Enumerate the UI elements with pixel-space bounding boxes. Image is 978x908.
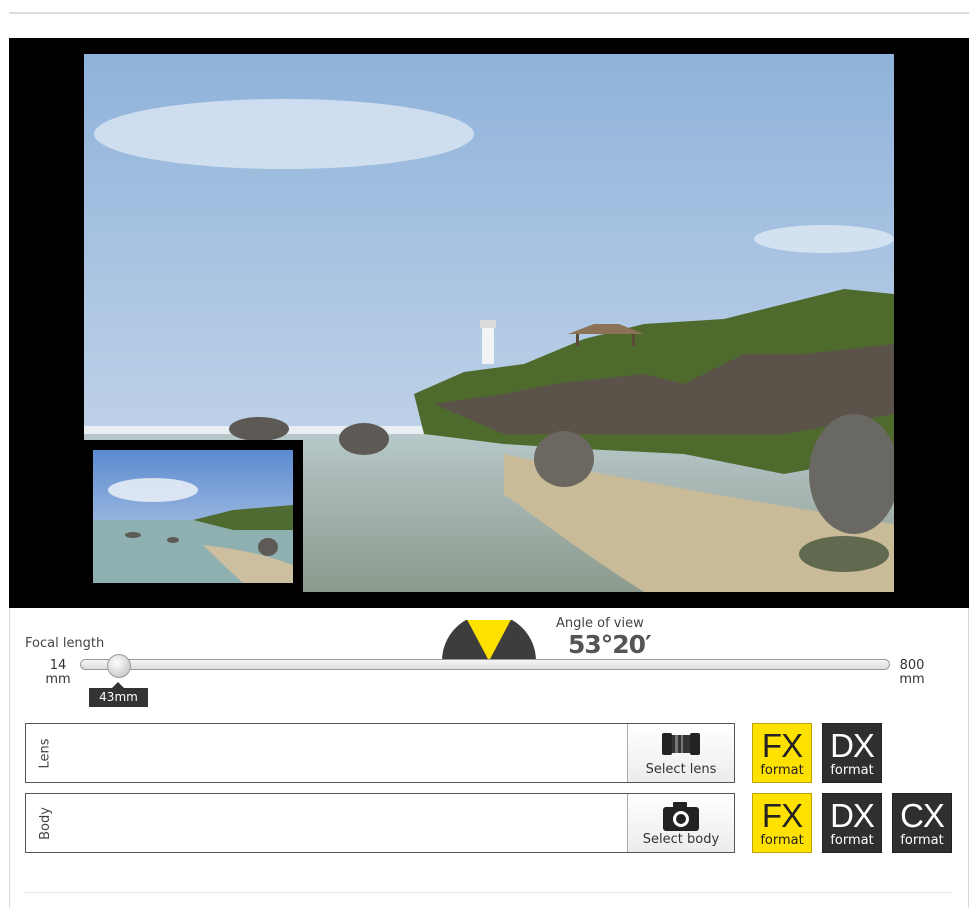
select-lens-button[interactable]: Select lens <box>627 724 734 782</box>
body-cx-small: format <box>900 833 944 848</box>
lens-fx-big: FX <box>761 727 803 764</box>
body-fx-small: format <box>760 833 804 848</box>
top-divider <box>9 12 969 14</box>
lens-icon <box>662 733 700 755</box>
lens-field: Lens Select lens <box>25 723 735 783</box>
select-body-button[interactable]: Select body <box>627 794 734 852</box>
lens-dx-big: DX <box>830 727 875 764</box>
lens-field-label: Lens <box>30 724 60 782</box>
body-cx-big: CX <box>900 797 945 834</box>
lens-dx-format-button[interactable]: DX format <box>822 723 882 783</box>
camera-icon <box>663 802 699 831</box>
focal-length-label: Focal length <box>25 636 105 651</box>
lens-dx-small: format <box>830 763 874 778</box>
focal-min: 14 mm <box>40 659 76 687</box>
focal-max: 800 mm <box>894 659 930 687</box>
body-dx-format-button[interactable]: DX format <box>822 793 882 853</box>
angle-of-view-label: Angle of view <box>556 616 644 631</box>
focal-min-value: 14 <box>49 658 67 673</box>
select-lens-label: Select lens <box>645 762 717 777</box>
body-field: Body Select body <box>25 793 735 853</box>
lens-fx-small: format <box>760 763 804 778</box>
focal-length-value-tag: 43mm <box>89 688 148 707</box>
select-body-label: Select body <box>642 832 720 847</box>
angle-of-view-dial <box>442 620 536 661</box>
body-fx-format-button[interactable]: FX format <box>752 793 812 853</box>
body-dx-big: DX <box>830 797 875 834</box>
focal-length-slider-handle[interactable] <box>107 654 131 678</box>
body-field-label: Body <box>30 794 60 852</box>
focal-min-unit: mm <box>45 672 71 687</box>
lens-label-text: Lens <box>37 737 53 769</box>
preview-thumbnail <box>84 440 303 592</box>
lens-fx-format-button[interactable]: FX format <box>752 723 812 783</box>
bottom-divider <box>25 892 951 893</box>
focal-max-value: 800 <box>899 658 925 673</box>
body-dx-small: format <box>830 833 874 848</box>
focal-length-slider-track[interactable] <box>80 659 890 670</box>
body-fx-big: FX <box>761 797 803 834</box>
angle-of-view-value: 53°20′ <box>568 630 652 659</box>
focal-max-unit: mm <box>899 672 925 687</box>
body-label-text: Body <box>37 806 53 840</box>
body-cx-format-button[interactable]: CX format <box>892 793 952 853</box>
